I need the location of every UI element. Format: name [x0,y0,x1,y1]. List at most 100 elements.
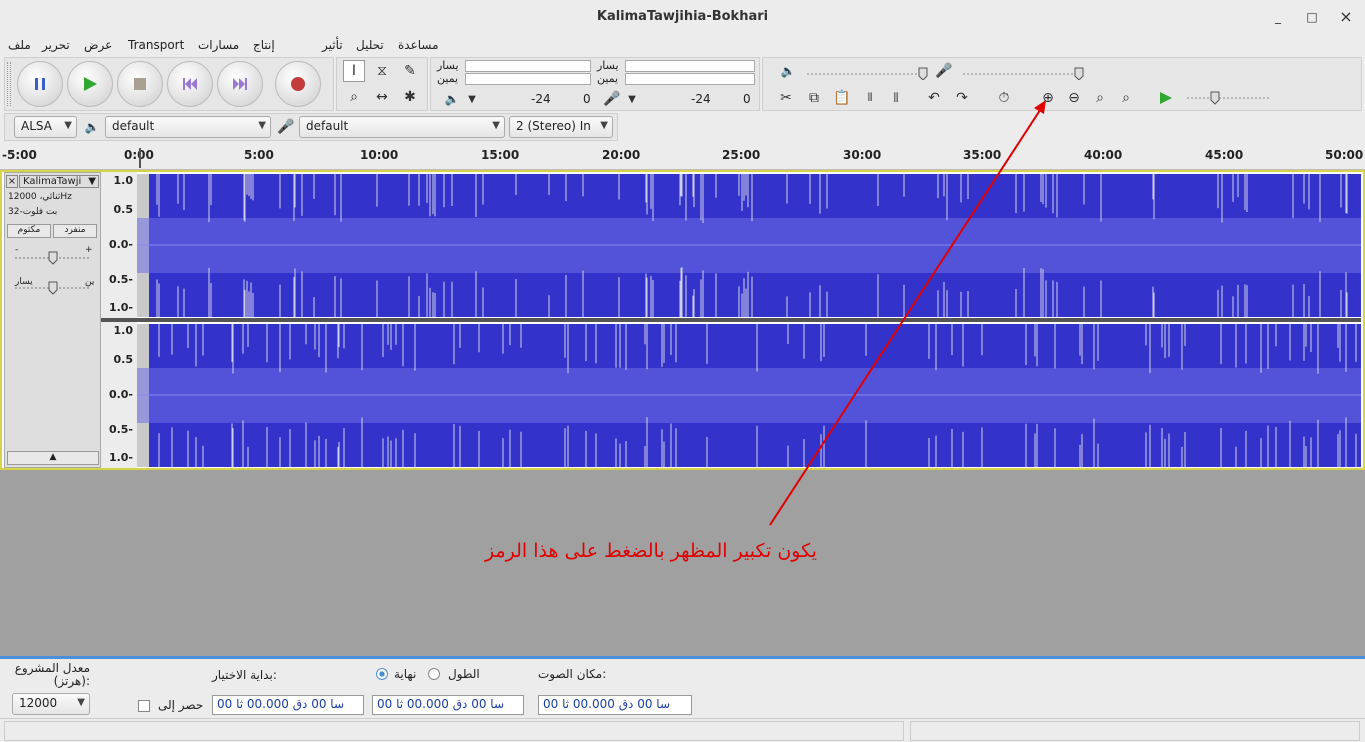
menu-tracks[interactable]: مسارات [198,38,239,52]
end-radio[interactable] [376,668,388,680]
track-close-icon[interactable]: × [6,175,18,188]
envelope-tool-icon[interactable]: ⧖ [371,60,393,82]
track-bitdepth-info: 32-بت فلوت [8,207,58,217]
length-radio[interactable] [428,668,440,680]
copy-icon[interactable]: ⧉ [803,87,825,109]
play-at-speed-icon [1160,92,1172,104]
play-speed-slider[interactable] [1183,88,1277,106]
fit-project-icon[interactable]: ⌕ [1115,87,1137,109]
record-button[interactable] [275,61,321,107]
snap-checkbox[interactable] [138,700,150,712]
menu-view[interactable]: عرض [84,38,112,52]
playback-device-select[interactable]: default ▼ [105,116,271,138]
menu-transport[interactable]: Transport [128,38,184,52]
selection-toolbar: معدل المشروع (هرتز): 12000 ▼ بداية الاختي… [0,656,1365,718]
waveform-right-channel[interactable] [137,324,1361,467]
audio-host-select[interactable]: ALSA ▼ [14,116,77,138]
timeline-ruler[interactable]: -5:00 0:00 5:00 10:00 15:00 20:00 25:00 … [0,144,1365,170]
record-icon [291,77,305,91]
channel1-scale: 1.0 0.5 0.0- 0.5- 1.0- [101,172,137,318]
minimize-button[interactable]: _ [1270,9,1286,25]
channel2-scale: 1.0 0.5 0.0- 0.5- 1.0- [101,322,137,468]
audio-position-label: مكان الصوت: [538,667,607,681]
solo-button[interactable]: منفرد [53,224,97,238]
play-meter-right[interactable] [465,73,591,85]
cut-icon[interactable]: ✂ [775,87,797,109]
pan-slider[interactable] [13,281,93,295]
play-button[interactable] [67,61,113,107]
draw-tool-icon[interactable]: ✎ [399,60,421,82]
skip-start-button[interactable] [167,61,213,107]
paste-icon[interactable]: 📋 [831,87,853,109]
recording-volume-slider[interactable] [959,64,1089,80]
undo-icon[interactable]: ↶ [923,87,945,109]
play-meter-menu-icon[interactable]: ▼ [461,88,483,110]
maximize-button[interactable]: □ [1304,9,1320,25]
channel-separator [101,318,1361,322]
transport-toolbar [4,57,334,111]
play-meter-left[interactable] [465,60,591,72]
selection-tool-icon[interactable]: I [343,60,365,82]
menu-generate[interactable]: إنتاج [253,38,275,52]
rec-meter-left[interactable] [625,60,755,72]
zoom-in-icon[interactable]: ⊕ [1037,87,1059,109]
speaker-icon[interactable]: 🔈 [441,88,463,110]
recording-device-select[interactable]: default ▼ [299,116,505,138]
track-control-panel: × KalimaTawji ▼ ثنائي، 12000Hz 32-بت فلوت… [4,172,101,468]
length-radio-label: الطول [448,667,480,681]
playback-volume-slider[interactable] [803,64,933,80]
trim-icon[interactable]: ⫴ [859,87,881,109]
status-bar [0,718,1365,742]
rec-db-high: 0 [743,92,751,106]
microphone-icon[interactable]: 🎤 [601,88,623,110]
zoom-tool-icon[interactable]: ⌕ [343,86,365,108]
stop-button[interactable] [117,61,163,107]
skip-end-button[interactable] [217,61,263,107]
window-title: KalimaTawjihia-Bokhari [596,9,769,24]
audio-position-time[interactable]: 00 سا 00 دق 00.000 ثا [538,695,692,715]
silence-icon[interactable]: ⫼ [885,87,907,109]
ruler-tick: 45:00 [1205,148,1244,162]
mute-button[interactable]: مكتوم [7,224,51,238]
track-name-menu[interactable]: KalimaTawji ▼ [19,175,99,188]
edit-toolbar: 🔈 🎤 ✂ ⧉ 📋 ⫴ ⫼ ↶ ↷ ⏱ ⊕ ⊖ ⌕ ⌕ [762,57,1362,111]
close-button[interactable]: × [1338,9,1354,25]
skip-start-icon [183,78,197,90]
stop-icon [134,78,146,90]
selection-start-label: بداية الاختيار: [212,668,277,682]
multi-tool-icon[interactable]: ✱ [399,86,421,108]
menu-effect[interactable]: تأثير [322,38,343,52]
ruler-tick: 5:00 [244,148,274,162]
ruler-tick: 30:00 [843,148,882,162]
menu-edit[interactable]: تحرير [42,38,70,52]
menu-help[interactable]: مساعدة [398,38,439,52]
time-shift-tool-icon[interactable]: ↔ [371,86,393,108]
play-meter-left-label: يسار [437,59,459,72]
menu-file[interactable]: ملف [8,38,31,52]
recording-channels-select[interactable]: 2 (Stereo) In ▼ [509,116,613,138]
gain-slider[interactable] [13,251,93,265]
ruler-tick: 15:00 [481,148,520,162]
rec-meter-right[interactable] [625,73,755,85]
redo-icon[interactable]: ↷ [951,87,973,109]
empty-track-area[interactable] [0,470,1365,656]
waveform-right-graphic [137,324,1361,467]
menu-analyze[interactable]: تحليل [356,38,384,52]
zoom-out-icon[interactable]: ⊖ [1063,87,1085,109]
waveform-left-channel[interactable] [137,174,1361,317]
play-at-speed-button[interactable] [1155,87,1177,109]
collapse-track-icon[interactable]: ▲ [7,451,99,465]
selection-start-time[interactable]: 00 سا 00 دق 00.000 ثا [212,695,364,715]
track-menu-arrow-icon: ▼ [88,176,96,187]
play-db-low: -24 [531,92,551,106]
rec-meter-menu-icon[interactable]: ▼ [621,88,643,110]
skip-end-icon [233,78,247,90]
fit-selection-icon[interactable]: ⌕ [1089,87,1111,109]
volume-icon: 🔈 [780,64,796,78]
selection-end-time[interactable]: 00 سا 00 دق 00.000 ثا [372,695,524,715]
pause-button[interactable] [17,61,63,107]
project-rate-select[interactable]: 12000 ▼ [12,693,90,715]
toolbar-grip[interactable] [7,62,11,106]
sync-lock-icon[interactable]: ⏱ [993,87,1015,109]
playhead[interactable] [139,148,141,168]
